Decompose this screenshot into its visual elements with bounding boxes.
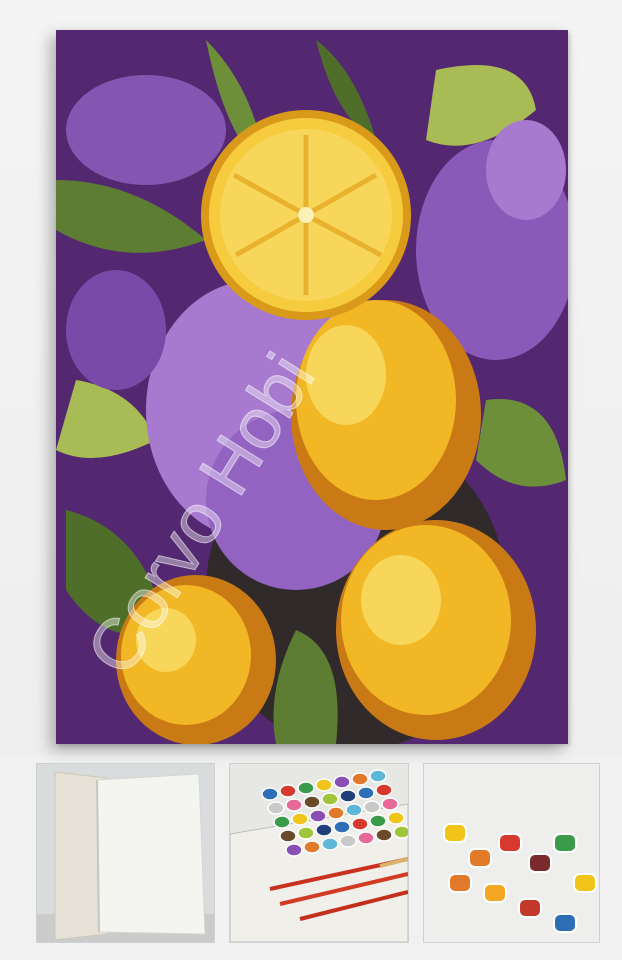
paint-pot — [333, 820, 351, 834]
paint-pot — [357, 831, 375, 845]
paint-pot — [351, 772, 369, 786]
paint-pot — [267, 801, 285, 815]
paint-pot — [261, 787, 279, 801]
paint-pot — [285, 843, 303, 857]
paint-pot — [483, 883, 507, 903]
paint-pot — [333, 775, 351, 789]
paint-pot — [279, 784, 297, 798]
paint-pot — [297, 781, 315, 795]
paint-pot — [315, 823, 333, 837]
paint-pot — [393, 825, 408, 839]
paint-pot — [443, 823, 467, 843]
paint-pot — [381, 797, 399, 811]
paint-pot — [339, 834, 357, 848]
paint-pot — [303, 795, 321, 809]
paint-pot — [518, 898, 542, 918]
paint-pot — [553, 833, 577, 853]
paint-pot — [448, 873, 472, 893]
paint-pot — [321, 792, 339, 806]
paint-pot — [369, 814, 387, 828]
thumbnail-paint-pots-brushes[interactable] — [229, 763, 409, 943]
paint-pot — [363, 800, 381, 814]
paint-pot — [315, 778, 333, 792]
main-painting: Corvo Hobi — [56, 30, 568, 744]
paint-pot — [297, 826, 315, 840]
paint-pot — [573, 873, 597, 893]
paint-pot — [528, 853, 552, 873]
thumbnail-blank-canvas[interactable] — [36, 763, 215, 943]
paint-pot — [285, 798, 303, 812]
paint-pot — [369, 769, 387, 783]
paint-pot — [327, 806, 345, 820]
paint-pot — [291, 812, 309, 826]
paint-pot — [279, 829, 297, 843]
painting-artwork — [56, 30, 568, 744]
paint-pot — [375, 828, 393, 842]
paint-pot — [273, 815, 291, 829]
paint-pot — [375, 783, 393, 797]
thumbnail-open-paint-pots[interactable] — [423, 763, 600, 943]
paint-pot — [498, 833, 522, 853]
paint-pot — [339, 789, 357, 803]
paint-pot — [351, 817, 369, 831]
paint-pot — [309, 809, 327, 823]
blank-canvas-icon — [54, 771, 206, 941]
paint-pot — [321, 837, 339, 851]
lemon-slice — [201, 110, 411, 320]
paint-pot — [387, 811, 405, 825]
paint-pot — [345, 803, 363, 817]
paint-pot — [357, 786, 375, 800]
paint-pot — [468, 848, 492, 868]
paint-pot — [553, 913, 577, 933]
paint-pot — [303, 840, 321, 854]
